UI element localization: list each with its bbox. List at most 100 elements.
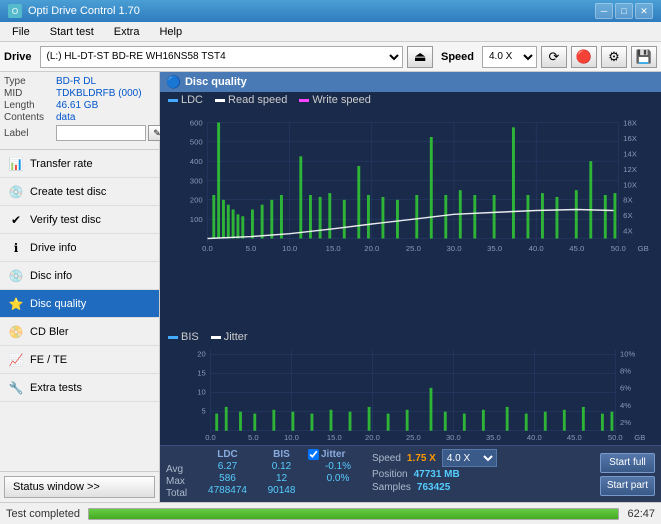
disc-length-row: Length 46.61 GB — [4, 100, 166, 111]
maximize-button[interactable]: □ — [615, 3, 633, 19]
svg-text:45.0: 45.0 — [569, 244, 584, 253]
disc-header: Type BD-R DL MID TDKBLDRFB (000) Length … — [4, 76, 155, 141]
stats-bar: Avg Max Total LDC 6.27 586 4788474 BIS 0… — [160, 445, 661, 502]
svg-text:200: 200 — [190, 196, 203, 205]
menu-file[interactable]: File — [4, 24, 38, 40]
disc-length-value: 46.61 GB — [56, 100, 98, 111]
svg-text:30.0: 30.0 — [446, 244, 461, 253]
disc-contents-label: Contents — [4, 112, 56, 123]
sidebar-item-disc-quality[interactable]: ⭐ Disc quality — [0, 290, 159, 318]
total-bis-val: 90148 — [259, 485, 304, 496]
jitter-checkbox[interactable] — [308, 449, 319, 460]
read-speed-legend-color — [215, 99, 225, 102]
svg-text:10%: 10% — [620, 349, 635, 358]
settings-button[interactable]: ⚙ — [601, 46, 627, 68]
svg-text:10: 10 — [197, 388, 205, 397]
avg-label: Avg — [166, 464, 196, 475]
svg-text:45.0: 45.0 — [567, 433, 582, 442]
sidebar-item-create-test-disc[interactable]: 💿 Create test disc — [0, 178, 159, 206]
read-button[interactable]: ⟳ — [541, 46, 567, 68]
speed-value: 1.75 X — [407, 453, 436, 464]
bis-col-header: BIS — [259, 449, 304, 460]
sidebar-item-extra-tests[interactable]: 🔧 Extra tests — [0, 374, 159, 402]
svg-text:600: 600 — [190, 118, 203, 127]
disc-mid-label: MID — [4, 88, 56, 99]
top-chart-legend: LDC Read speed Write speed — [160, 92, 661, 108]
bis-legend: BIS — [168, 331, 199, 343]
svg-text:50.0: 50.0 — [611, 244, 626, 253]
svg-text:GB: GB — [634, 433, 645, 442]
position-label: Position — [372, 469, 408, 480]
stats-ldc-col: LDC 6.27 586 4788474 — [200, 449, 255, 499]
svg-text:10.0: 10.0 — [282, 244, 297, 253]
status-window-button[interactable]: Status window >> — [4, 476, 155, 498]
disc-length-label: Length — [4, 100, 56, 111]
main-content: Type BD-R DL MID TDKBLDRFB (000) Length … — [0, 72, 661, 502]
disc-info-icon: 💿 — [8, 268, 24, 284]
drive-select[interactable]: (L:) HL-DT-ST BD-RE WH16NS58 TST4 — [40, 46, 403, 68]
status-section: Status window >> — [0, 471, 159, 502]
minimize-button[interactable]: ─ — [595, 3, 613, 19]
extra-tests-icon: 🔧 — [8, 380, 24, 396]
svg-text:500: 500 — [190, 138, 203, 147]
svg-text:14X: 14X — [623, 149, 637, 158]
read-speed-legend: Read speed — [215, 94, 287, 106]
menu-help[interactable]: Help — [151, 24, 190, 40]
svg-text:12X: 12X — [623, 165, 637, 174]
disc-label-label: Label — [4, 128, 56, 139]
disc-mid-value: TDKBLDRFB (000) — [56, 88, 142, 99]
bottom-chart-area: BIS Jitter — [160, 329, 661, 445]
sidebar-item-label-create-test-disc: Create test disc — [30, 186, 106, 198]
sidebar-item-label-fe-te: FE / TE — [30, 354, 67, 366]
svg-text:4%: 4% — [620, 401, 631, 410]
disc-label-input[interactable] — [56, 125, 146, 141]
menu-extra[interactable]: Extra — [106, 24, 148, 40]
progress-bar — [88, 508, 619, 520]
menu-bar: File Start test Extra Help — [0, 22, 661, 42]
speed-label: Speed — [441, 51, 474, 63]
disc-label-row: Label ✎ — [4, 125, 166, 141]
sidebar-item-label-drive-info: Drive info — [30, 242, 76, 254]
menu-start-test[interactable]: Start test — [42, 24, 102, 40]
left-panel: Type BD-R DL MID TDKBLDRFB (000) Length … — [0, 72, 160, 502]
svg-text:50.0: 50.0 — [608, 433, 623, 442]
stats-bis-col: BIS 0.12 12 90148 — [259, 449, 304, 499]
save-button[interactable]: 💾 — [631, 46, 657, 68]
svg-text:300: 300 — [190, 176, 203, 185]
svg-text:25.0: 25.0 — [406, 244, 421, 253]
svg-text:20.0: 20.0 — [365, 433, 380, 442]
start-full-button[interactable]: Start full — [600, 453, 655, 473]
burn-button[interactable]: 🔴 — [571, 46, 597, 68]
svg-text:6%: 6% — [620, 384, 631, 393]
sidebar-item-cd-bler[interactable]: 📀 CD Bler — [0, 318, 159, 346]
max-ldc-val: 586 — [200, 473, 255, 484]
svg-text:35.0: 35.0 — [486, 433, 501, 442]
svg-text:10.0: 10.0 — [284, 433, 299, 442]
svg-text:0.0: 0.0 — [205, 433, 216, 442]
start-part-button[interactable]: Start part — [600, 476, 655, 496]
sidebar-item-drive-info[interactable]: ℹ Drive info — [0, 234, 159, 262]
ldc-legend-label: LDC — [181, 94, 203, 106]
sidebar-item-fe-te[interactable]: 📈 FE / TE — [0, 346, 159, 374]
svg-text:5.0: 5.0 — [246, 244, 257, 253]
speed-select-stats[interactable]: 4.0 X — [442, 449, 497, 467]
disc-type-row: Type BD-R DL — [4, 76, 166, 87]
bottom-bar: Test completed 62:47 — [0, 502, 661, 524]
speed-select[interactable]: 4.0 X — [482, 46, 537, 68]
avg-ldc-val: 6.27 — [200, 461, 255, 472]
speed-row: Speed 1.75 X 4.0 X — [372, 449, 596, 467]
stats-right-col: Speed 1.75 X 4.0 X Position 47731 MB Sam… — [372, 449, 596, 499]
svg-text:8%: 8% — [620, 367, 631, 376]
svg-text:40.0: 40.0 — [527, 433, 542, 442]
svg-text:4X: 4X — [623, 227, 632, 236]
close-button[interactable]: ✕ — [635, 3, 653, 19]
sidebar-item-transfer-rate[interactable]: 📊 Transfer rate — [0, 150, 159, 178]
jitter-col-header: Jitter — [321, 449, 345, 460]
svg-text:15: 15 — [197, 368, 205, 377]
ldc-col-header: LDC — [200, 449, 255, 460]
disc-fields: Type BD-R DL MID TDKBLDRFB (000) Length … — [4, 76, 166, 141]
eject-button[interactable]: ⏏ — [407, 46, 433, 68]
sidebar-item-verify-test-disc[interactable]: ✔ Verify test disc — [0, 206, 159, 234]
sidebar-item-disc-info[interactable]: 💿 Disc info — [0, 262, 159, 290]
svg-text:20.0: 20.0 — [364, 244, 379, 253]
